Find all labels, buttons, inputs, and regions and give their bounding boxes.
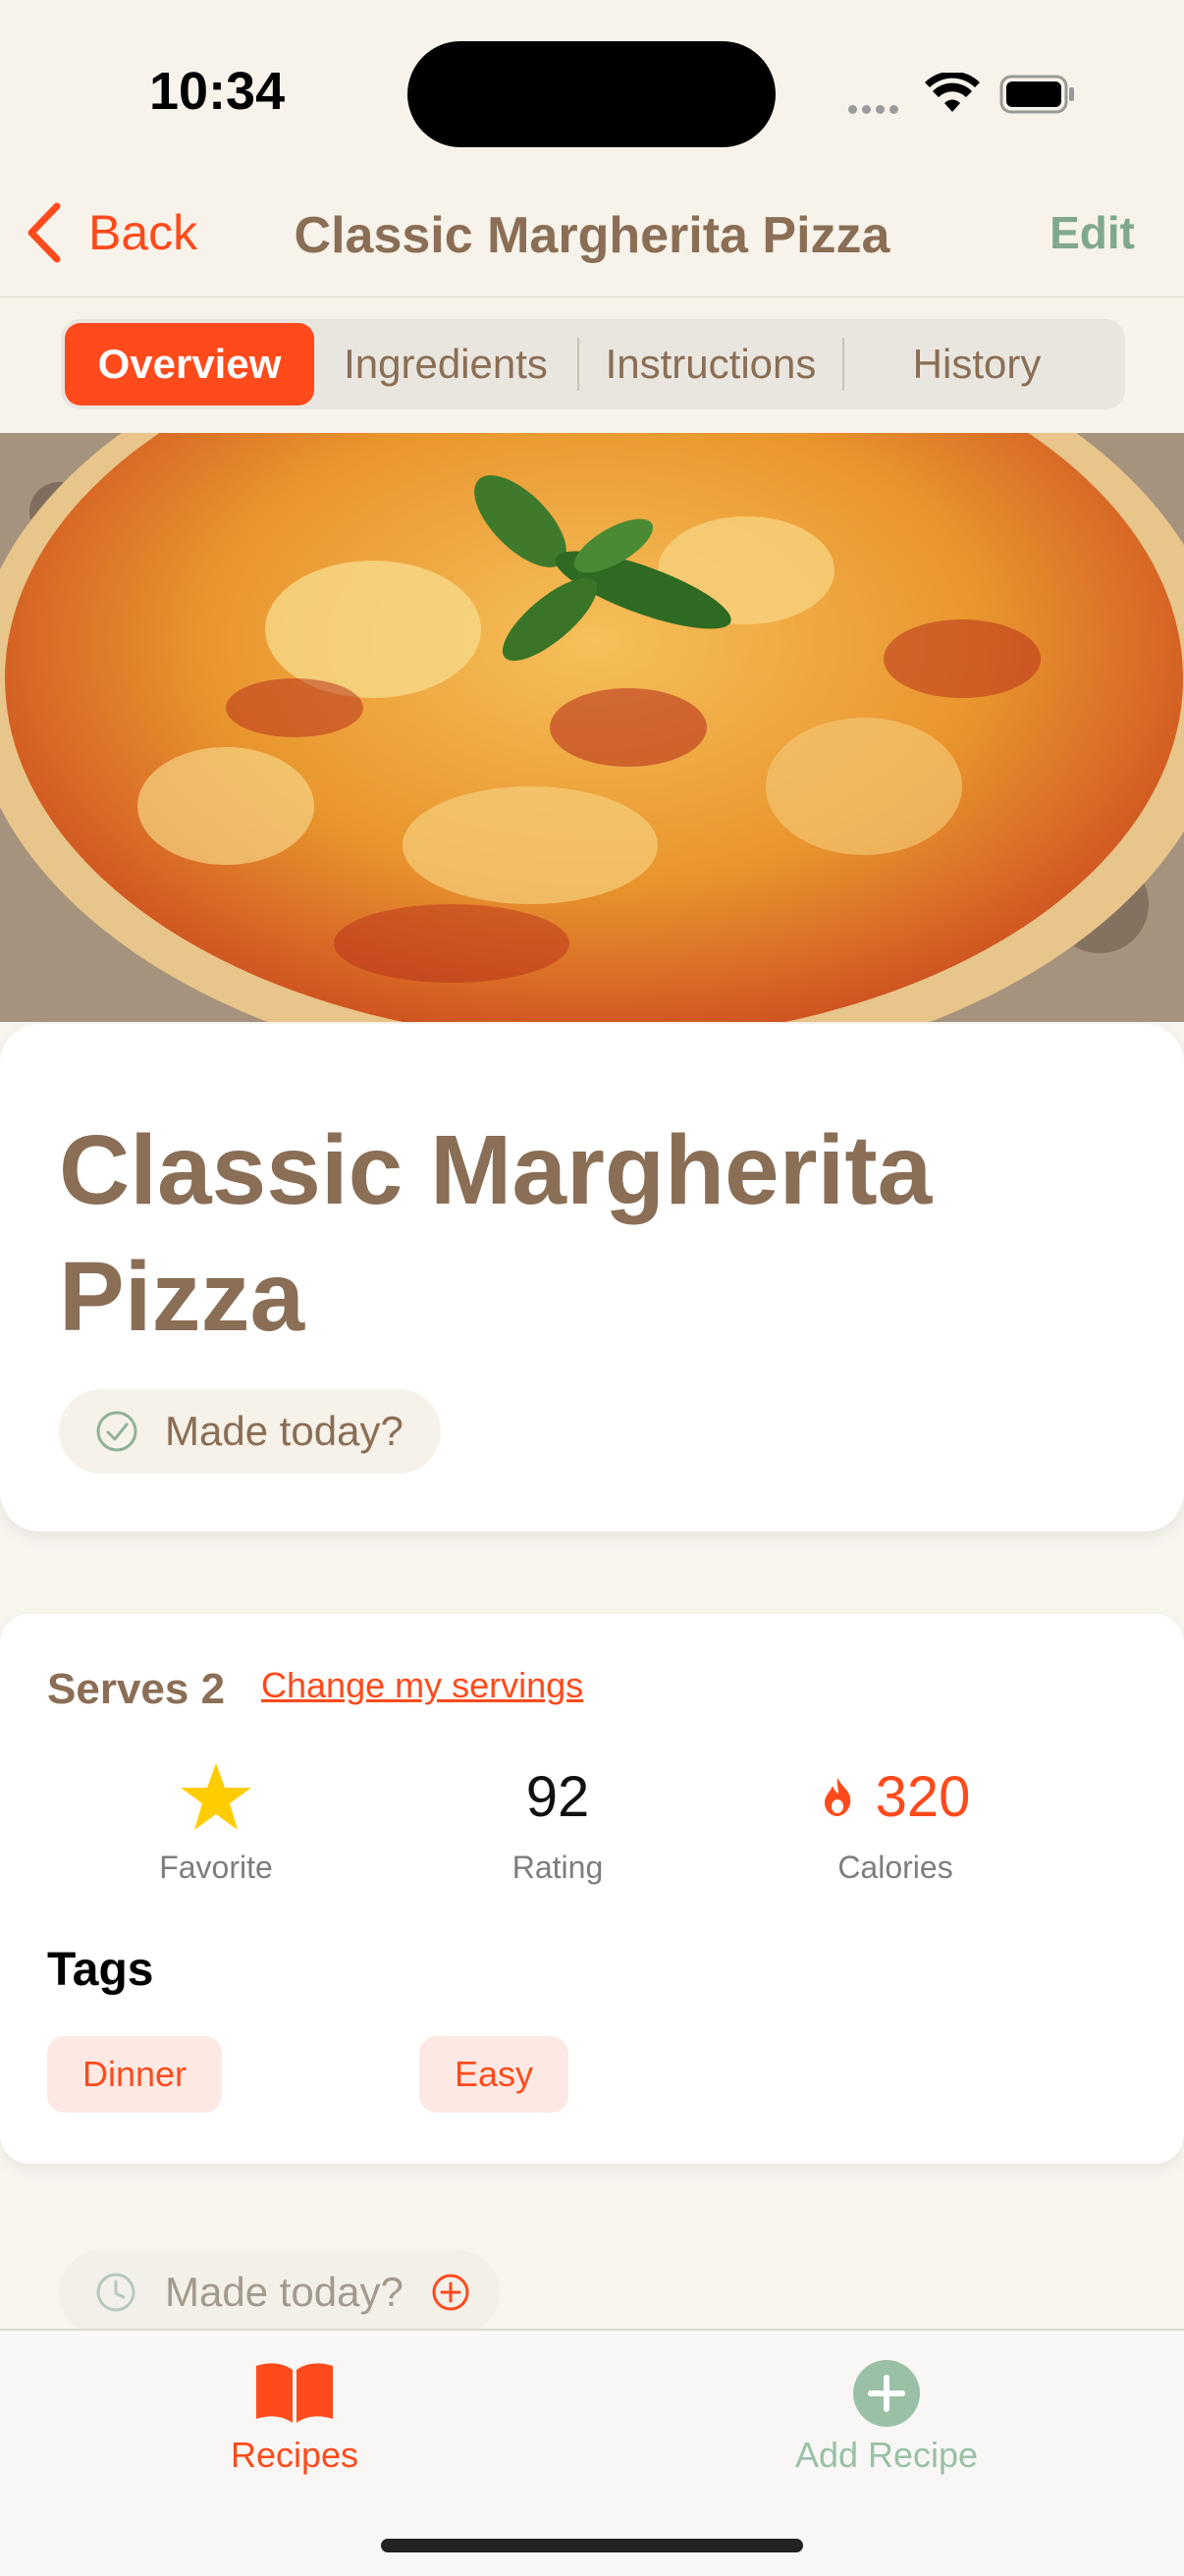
check-circle-icon [96, 1411, 137, 1452]
rating-label: Rating [511, 1850, 604, 1885]
tab-recipes[interactable]: Recipes [147, 2358, 442, 2476]
book-icon [256, 2363, 333, 2423]
nav-title: Classic Margherita Pizza [294, 207, 890, 264]
wifi-icon [925, 73, 980, 112]
status-bar: 10:34 [0, 0, 1184, 167]
serves-label: Serves 2 [47, 1665, 226, 1713]
calories-stat: 320 Calories [748, 1761, 1043, 1886]
made-today-label: Made today? [165, 1408, 404, 1454]
calories-value: 320 [875, 1764, 971, 1829]
recipe-title-card: Classic Margherita Pizza Made today? [0, 1024, 1184, 1531]
calories-label: Calories [837, 1850, 953, 1885]
segmented-control: Overview Ingredients Instructions Histor… [61, 319, 1125, 409]
recipe-title: Classic Margherita Pizza [59, 1115, 933, 1352]
made-today-history-button[interactable]: Made today? [59, 2250, 500, 2334]
navigation-bar: Back Classic Margherita Pizza Edit [0, 167, 1184, 298]
tab-instructions[interactable]: Instructions [579, 323, 842, 405]
change-servings-link[interactable]: Change my servings [261, 1665, 583, 1706]
made-today-button[interactable]: Made today? [59, 1389, 441, 1474]
clock-icon [96, 2273, 135, 2312]
recipe-info-card: Serves 2 Change my servings Favorite 92 … [0, 1614, 1184, 2164]
add-circle-icon [853, 2360, 920, 2427]
home-indicator [381, 2539, 803, 2552]
plus-circle-icon [432, 2274, 469, 2311]
tags-heading: Tags [47, 1944, 154, 1996]
tag-dinner[interactable]: Dinner [47, 2036, 223, 2113]
battery-icon [999, 75, 1074, 114]
recipe-photo [0, 433, 1184, 1022]
signal-icon [848, 101, 903, 119]
status-time: 10:34 [149, 62, 286, 121]
tab-ingredients[interactable]: Ingredients [314, 323, 577, 405]
favorite-stat[interactable]: Favorite [69, 1761, 363, 1886]
tab-add-recipe[interactable]: Add Recipe [739, 2358, 1034, 2476]
tag-easy[interactable]: Easy [419, 2036, 569, 2113]
star-icon [181, 1763, 251, 1830]
favorite-label: Favorite [159, 1850, 273, 1885]
tab-overview[interactable]: Overview [65, 323, 314, 405]
rating-stat: 92 Rating [410, 1761, 705, 1886]
edit-button[interactable]: Edit [1049, 206, 1135, 259]
dynamic-island [407, 41, 776, 147]
tab-recipes-label: Recipes [230, 2435, 359, 2475]
rating-value: 92 [525, 1764, 590, 1829]
tab-add-recipe-label: Add Recipe [794, 2435, 979, 2475]
tab-history[interactable]: History [844, 323, 1109, 405]
flame-icon [824, 1778, 850, 1816]
segment-bar: Overview Ingredients Instructions Histor… [0, 297, 1184, 433]
made-today-history-label: Made today? [165, 2269, 404, 2315]
